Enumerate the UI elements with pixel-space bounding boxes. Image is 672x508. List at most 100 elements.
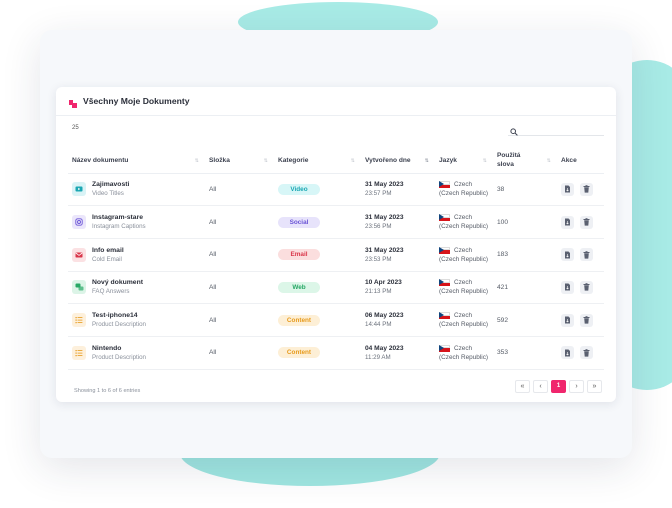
column-header-words[interactable]: Použitá slova ⇅ xyxy=(493,148,557,174)
list-icon xyxy=(72,345,86,360)
cell-language: Czech (Czech Republic) xyxy=(435,173,493,207)
download-document-button[interactable] xyxy=(561,346,574,360)
cell-name: Info email Cold Email xyxy=(68,238,205,272)
cell-name: Zajimavosti Video Titles xyxy=(68,173,205,207)
cell-folder: All xyxy=(205,336,274,370)
cell-words: 100 xyxy=(493,205,557,239)
sort-icon: ⇅ xyxy=(263,158,268,164)
column-header-label: Jazyk xyxy=(439,156,457,164)
prev-page-button[interactable]: ‹ xyxy=(533,379,548,393)
list-icon xyxy=(72,313,86,328)
email-icon xyxy=(72,247,86,262)
document-type: Product Description xyxy=(92,353,146,361)
entries-info: Showing 1 to 6 of 6 entries xyxy=(74,387,141,394)
column-header-name[interactable]: Název dokumentu ⇅ xyxy=(68,148,205,174)
czech-flag-icon xyxy=(439,246,450,254)
document-name[interactable]: Info email xyxy=(92,247,124,254)
cell-created: 04 May 2023 11:29 AM xyxy=(361,336,435,370)
language-name: Czech xyxy=(454,312,473,320)
delete-document-button[interactable] xyxy=(580,313,593,327)
document-name[interactable]: Zajimavosti xyxy=(92,181,129,188)
column-header-label: Vytvořeno dne xyxy=(365,156,411,164)
table-header-row: Název dokumentu ⇅ Složka ⇅ Kategorie ⇅ Vytv… xyxy=(68,148,604,174)
cell-actions xyxy=(557,205,604,239)
table-toolbar: 25 xyxy=(56,116,616,148)
cell-created: 31 May 2023 23:53 PM xyxy=(361,238,435,272)
download-document-button[interactable] xyxy=(561,313,574,327)
page-1-button[interactable]: 1 xyxy=(551,379,566,393)
table-row[interactable]: Zajimavosti Video Titles All Video 31 Ma… xyxy=(68,173,604,207)
document-icon xyxy=(565,185,570,193)
table-row[interactable]: Instagram-stare Instagram Captions All S… xyxy=(68,205,604,239)
document-type: FAQ Answers xyxy=(92,288,130,296)
created-time: 11:29 AM xyxy=(365,353,391,361)
language-name: Czech xyxy=(454,246,473,254)
document-name[interactable]: Nintendo xyxy=(92,345,146,352)
created-time: 23:56 PM xyxy=(365,223,392,231)
cell-language: Czech (Czech Republic) xyxy=(435,271,493,305)
delete-document-button[interactable] xyxy=(580,346,593,360)
table-row[interactable]: Info email Cold Email All Email 31 May 2… xyxy=(68,238,604,272)
created-date: 31 May 2023 xyxy=(365,214,404,222)
created-date: 06 May 2023 xyxy=(365,312,404,320)
czech-flag-icon xyxy=(439,312,450,320)
created-time: 23:57 PM xyxy=(365,190,392,198)
document-name[interactable]: Test-iphone14 xyxy=(92,312,146,319)
delete-document-button[interactable] xyxy=(580,215,593,229)
document-icon xyxy=(565,349,570,357)
delete-document-button[interactable] xyxy=(580,280,593,294)
delete-document-button[interactable] xyxy=(580,248,593,262)
cell-category: Email xyxy=(274,238,361,272)
cell-actions xyxy=(557,173,604,207)
table-row[interactable]: Nintendo Product Description All Content… xyxy=(68,336,604,370)
table-row[interactable]: Nový dokument FAQ Answers All Web 10 Apr… xyxy=(68,271,604,305)
download-document-button[interactable] xyxy=(561,280,574,294)
created-date: 04 May 2023 xyxy=(365,344,404,352)
search-icon xyxy=(510,123,518,136)
column-header-folder[interactable]: Složka ⇅ xyxy=(205,148,274,174)
cell-folder: All xyxy=(205,271,274,305)
column-header-category[interactable]: Kategorie ⇅ xyxy=(274,148,361,174)
category-badge: Email xyxy=(278,249,320,261)
czech-flag-icon xyxy=(439,181,450,189)
document-icon xyxy=(565,218,570,226)
next-page-button[interactable]: › xyxy=(569,379,584,393)
cell-folder: All xyxy=(205,173,274,207)
language-name: Czech xyxy=(454,214,473,222)
trash-icon xyxy=(583,218,590,226)
cell-actions xyxy=(557,303,604,337)
cell-category: Social xyxy=(274,205,361,239)
column-header-label: Složka xyxy=(209,156,230,164)
cell-words: 353 xyxy=(493,336,557,370)
cell-actions xyxy=(557,271,604,305)
column-header-language[interactable]: Jazyk ⇅ xyxy=(435,148,493,174)
search-input[interactable] xyxy=(508,122,604,136)
first-page-button[interactable]: « xyxy=(515,379,530,393)
cell-created: 10 Apr 2023 21:13 PM xyxy=(361,271,435,305)
delete-document-button[interactable] xyxy=(580,182,593,196)
language-region: (Czech Republic) xyxy=(439,288,489,296)
language-name: Czech xyxy=(454,181,473,189)
last-page-button[interactable]: » xyxy=(587,379,602,393)
cell-name: Instagram-stare Instagram Captions xyxy=(68,205,205,239)
instagram-icon xyxy=(72,215,86,230)
download-document-button[interactable] xyxy=(561,182,574,196)
documents-table: Název dokumentu ⇅ Složka ⇅ Kategorie ⇅ Vytv… xyxy=(68,148,604,370)
trash-icon xyxy=(583,348,590,357)
download-document-button[interactable] xyxy=(561,215,574,229)
video-icon xyxy=(72,182,86,197)
page-size-select[interactable]: 25 xyxy=(72,125,79,131)
cell-language: Czech (Czech Republic) xyxy=(435,238,493,272)
cell-created: 31 May 2023 23:57 PM xyxy=(361,173,435,207)
table-row[interactable]: Test-iphone14 Product Description All Co… xyxy=(68,303,604,337)
category-badge: Content xyxy=(278,347,320,359)
cell-category: Content xyxy=(274,303,361,337)
category-badge: Content xyxy=(278,314,320,326)
sort-icon: ⇅ xyxy=(350,158,355,164)
trash-icon xyxy=(583,316,590,324)
document-name[interactable]: Instagram-stare xyxy=(92,214,146,221)
table-body: Zajimavosti Video Titles All Video 31 Ma… xyxy=(68,173,604,370)
download-document-button[interactable] xyxy=(561,248,574,262)
column-header-created[interactable]: Vytvořeno dne ⇅ xyxy=(361,148,435,174)
document-name[interactable]: Nový dokument xyxy=(92,279,143,286)
